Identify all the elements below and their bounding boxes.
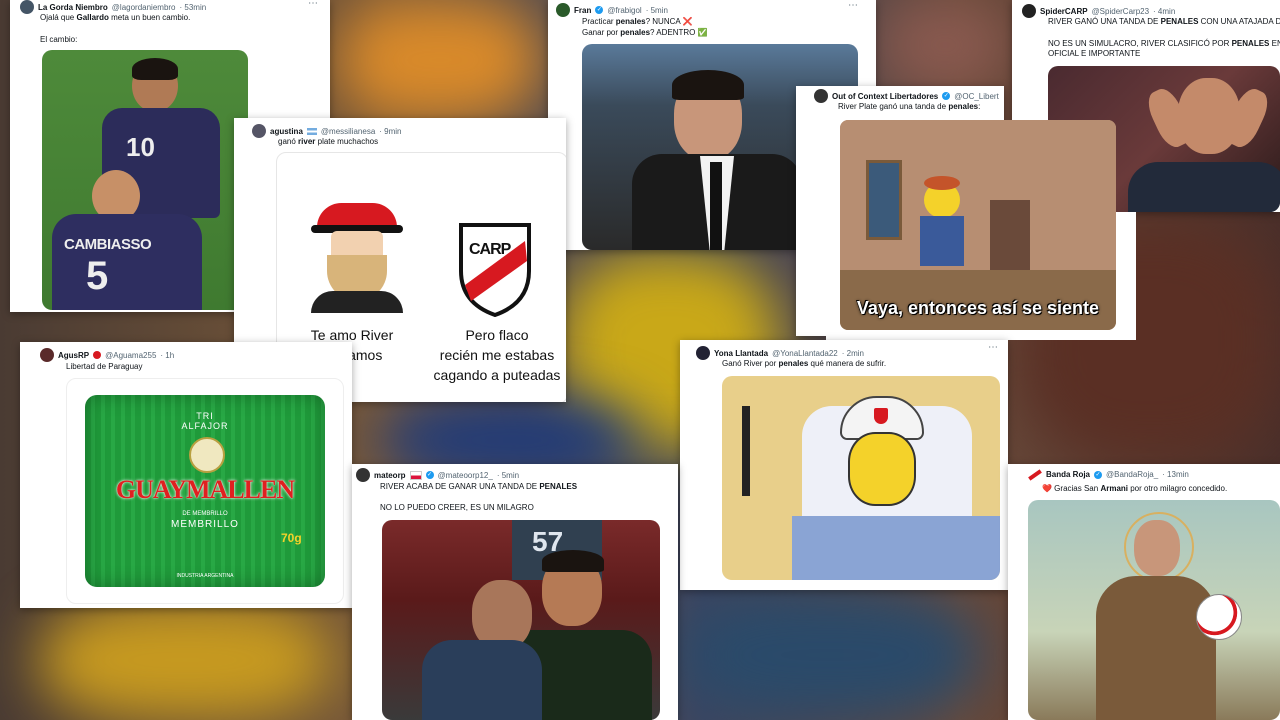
tweet-text: Practicar penales? NUNCA ❌: [582, 17, 693, 26]
author-name[interactable]: agustina: [270, 127, 303, 136]
tweet-time: · 5min: [496, 470, 520, 480]
bg-blob: [680, 590, 980, 720]
author-name[interactable]: SpiderCARP: [1040, 7, 1088, 16]
tweet-text: River Plate ganó una tanda de penales:: [838, 102, 981, 111]
author-handle[interactable]: @messilianesa: [321, 127, 375, 136]
brand-logo: GUAYMALLEN: [115, 475, 295, 504]
tweet-photo-football[interactable]: 10 CAMBIASSO 5: [42, 50, 248, 310]
more-options-icon[interactable]: ⋯: [848, 0, 859, 11]
tweet-text: ganó river plate muchachos: [278, 137, 379, 146]
tweet-time: · 53min: [179, 2, 207, 12]
tweet-time: · 13min: [1162, 470, 1189, 479]
crest-text: CARP: [469, 241, 511, 258]
argentina-flag-icon: [306, 127, 317, 135]
tweet-agusrp[interactable]: AgusRP @Aguama255 · 1h Libertad de Parag…: [20, 342, 352, 608]
tweet-image-alfajor[interactable]: TRI ALFAJOR GUAYMALLEN DE MEMBRILLO MEMB…: [66, 378, 344, 604]
tweet-yona-llantada[interactable]: Yona Llantada @YonaLlantada22 · 2min ⋯ G…: [680, 340, 1008, 590]
tweet-image-homer-hospital[interactable]: [722, 376, 1000, 580]
red-stripe-logo-icon: [1028, 468, 1042, 481]
author-name[interactable]: La Gorda Niembro: [38, 3, 108, 12]
river-plate-crest: CARP: [457, 221, 533, 318]
author-name[interactable]: Yona Llantada: [714, 349, 768, 358]
tweet-time: · 5min: [645, 5, 668, 15]
author-handle[interactable]: @YonaLlantada22: [772, 349, 838, 358]
tweet-mateorp[interactable]: mateorp ✓ @mateoorp12_ · 5min RIVER ACAB…: [352, 464, 678, 720]
tweet-text-line2: El cambio:: [40, 35, 78, 44]
football-icon: [1196, 594, 1242, 640]
author-handle[interactable]: @SpiderCarp23: [1092, 7, 1149, 16]
author-name[interactable]: AgusRP: [58, 351, 89, 360]
bg-blob: [340, 0, 540, 120]
author-name[interactable]: Out of Context Libertadores: [832, 92, 938, 101]
poland-flag-icon: [409, 470, 422, 480]
avatar[interactable]: [20, 0, 34, 14]
jersey-back-name: CAMBIASSO: [64, 236, 152, 253]
meme-caption: Vaya, entonces así se siente: [856, 298, 1100, 318]
player-cambiasso: CAMBIASSO 5: [52, 170, 202, 310]
author-name[interactable]: Banda Roja: [1046, 470, 1090, 479]
verified-badge-icon: ✓: [942, 92, 951, 100]
avatar[interactable]: [556, 3, 570, 17]
author-handle[interactable]: @OC_Libert: [954, 92, 999, 101]
avatar[interactable]: [814, 89, 828, 103]
author-handle[interactable]: @frabigol: [607, 6, 641, 15]
avatar[interactable]: [356, 468, 370, 482]
author-handle[interactable]: @mateoorp12_: [438, 471, 493, 480]
chad-face-illustration: [311, 203, 403, 313]
alfajor-package: TRI ALFAJOR GUAYMALLEN DE MEMBRILLO MEMB…: [85, 395, 325, 587]
tweet-text: Ganó River por penales qué manera de suf…: [722, 359, 887, 368]
bg-blob: [880, 0, 1010, 90]
jersey-number: 10: [126, 132, 155, 162]
tweet-text: Libertad de Paraguay: [66, 362, 143, 371]
avatar[interactable]: [252, 124, 266, 138]
tweet-time: · 9min: [379, 126, 402, 136]
verified-badge-icon: ✓: [1094, 470, 1103, 479]
author-name[interactable]: mateorp: [374, 471, 406, 480]
jersey-back-number: 5: [86, 254, 109, 298]
tweet-text: Ojalá que Gallardo meta un buen cambio.: [40, 13, 191, 22]
more-options-icon[interactable]: ⋯: [308, 0, 319, 9]
tweet-banda-roja[interactable]: Banda Roja ✓ @BandaRoja_ · 13min ❤️ Grac…: [1008, 464, 1280, 720]
tweet-text: RIVER ACABA DE GANAR UNA TANDA DE PENALE…: [380, 482, 578, 491]
tweet-image-simpsons-room[interactable]: Vaya, entonces así se siente: [840, 120, 1116, 330]
author-handle[interactable]: @BandaRoja_: [1106, 470, 1158, 479]
tweet-text: RIVER GANÓ UNA TANDA DE PENALES CON UNA …: [1048, 17, 1280, 26]
meme-caption-right: Pero flaco recién me estabas cagando a p…: [433, 327, 561, 383]
tweet-image-san-armani[interactable]: [1028, 500, 1280, 720]
tweet-text: ❤️ Gracias San Armani por otro milagro c…: [1042, 484, 1228, 493]
avatar[interactable]: [1022, 4, 1036, 18]
tweet-time: · 2min: [841, 348, 864, 358]
bg-blob: [40, 600, 330, 720]
tweet-time: · 4min: [1153, 6, 1176, 16]
tweet-text-line2: Ganar por penales? ADENTRO ✅: [582, 28, 708, 37]
verified-badge-icon: ✓: [425, 471, 434, 479]
red-heart-icon: [93, 351, 102, 359]
tweet-time: · 1h: [160, 350, 175, 360]
verified-badge-icon: ✓: [595, 6, 604, 14]
author-handle[interactable]: @lagordaniembro: [112, 3, 176, 12]
tweet-photo-ronaldo[interactable]: 57: [382, 520, 660, 720]
author-name[interactable]: Fran: [574, 6, 591, 15]
tweet-text-line2: NO LO PUEDO CREER, ES UN MILAGRO: [380, 503, 534, 512]
avatar[interactable]: [40, 348, 54, 362]
tweet-text-line3: OFICIAL E IMPORTANTE: [1048, 49, 1141, 58]
more-options-icon[interactable]: ⋯: [988, 342, 999, 353]
avatar[interactable]: [696, 346, 710, 360]
author-handle[interactable]: @Aguama255: [105, 351, 156, 360]
